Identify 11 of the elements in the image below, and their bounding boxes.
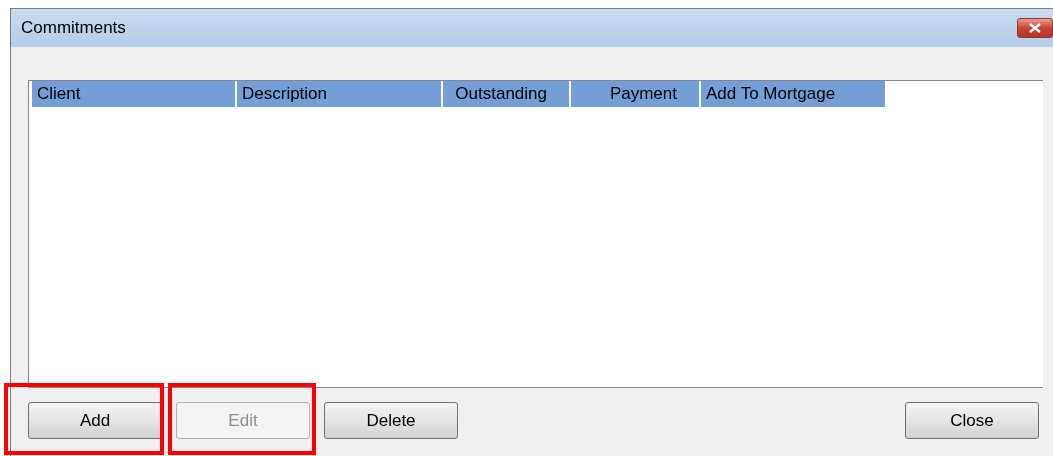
column-header[interactable]: Outstanding — [443, 81, 571, 107]
column-header[interactable]: Add To Mortgage — [701, 81, 887, 107]
close-icon — [1029, 23, 1041, 33]
column-header[interactable]: Client — [32, 81, 237, 107]
window-title: Commitments — [21, 18, 127, 38]
column-header[interactable]: Payment — [571, 81, 701, 107]
dialog-button[interactable]: Add — [28, 402, 162, 439]
dialog-button[interactable]: Delete — [324, 402, 458, 439]
close-button[interactable] — [1017, 18, 1053, 38]
dialog-button[interactable]: Close — [905, 402, 1039, 439]
column-header[interactable]: Description — [237, 81, 443, 107]
